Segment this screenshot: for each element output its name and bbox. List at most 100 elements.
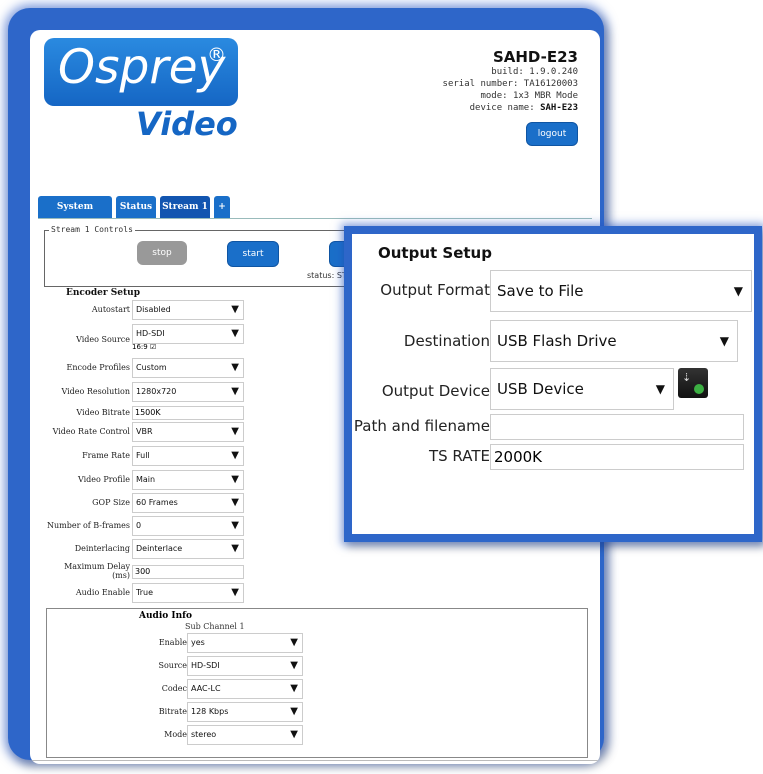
video-source-label: Video Source	[76, 335, 130, 344]
output-format-select[interactable]: Save to File ▼	[490, 270, 752, 312]
device-name: device name: SAH-E23	[469, 103, 578, 113]
deinterlacing-label: Deinterlacing	[74, 544, 130, 553]
tab-system-control[interactable]: System Control	[38, 196, 112, 234]
audio-info-title: Audio Info	[139, 611, 193, 621]
video-source-select[interactable]: HD-SDI ▼	[132, 324, 244, 344]
chevron-down-icon: ▼	[231, 543, 239, 554]
frame-rate-select[interactable]: Full ▼	[132, 446, 244, 466]
build-info: build: 1.9.0.240	[491, 67, 578, 77]
output-format-label: Output Format	[380, 281, 490, 299]
video-bitrate-label: Video Bitrate	[76, 408, 130, 417]
chevron-down-icon: ▼	[290, 660, 298, 671]
video-bitrate-input[interactable]: 1500K	[132, 406, 244, 420]
audio-bitrate-select[interactable]: 128 Kbps ▼	[187, 702, 303, 722]
logo-text: Osprey	[58, 40, 226, 95]
b-frames-row: Number of B-frames 0 ▼	[30, 516, 250, 538]
chevron-down-icon: ▼	[231, 520, 239, 531]
usb-drive-icon[interactable]: ⇣	[678, 368, 708, 398]
chevron-down-icon: ▼	[231, 304, 239, 315]
sub-channel-label: Sub Channel 1	[185, 622, 245, 631]
tab-status[interactable]: Status	[116, 196, 156, 218]
audio-bitrate-label: Bitrate	[158, 707, 187, 716]
b-frames-label: Number of B-frames	[47, 521, 130, 530]
output-device-label: Output Device	[381, 382, 490, 400]
deinterlacing-row: Deinterlacing Deinterlace ▼	[30, 539, 250, 561]
audio-codec-select[interactable]: AAC-LC ▼	[187, 679, 303, 699]
audio-enable-label: Audio Enable	[75, 588, 130, 597]
audio-enable-row: Audio Enable True ▼	[30, 583, 250, 605]
chevron-down-icon: ▼	[290, 729, 298, 740]
audio-bitrate-field: Bitrate 128 Kbps ▼	[47, 702, 307, 724]
b-frames-select[interactable]: 0 ▼	[132, 516, 244, 536]
rate-control-row: Video Rate Control VBR ▼	[30, 422, 250, 444]
chevron-down-icon: ▼	[231, 587, 239, 598]
output-device-select[interactable]: USB Device ▼	[490, 368, 674, 410]
audio-mode-select[interactable]: stereo ▼	[187, 725, 303, 745]
max-delay-input[interactable]: 300	[132, 565, 244, 579]
device-model: SAHD-E23	[492, 48, 578, 66]
logout-button[interactable]: logout	[526, 122, 578, 146]
chevron-down-icon: ▼	[231, 450, 239, 461]
video-resolution-select[interactable]: 1280x720 ▼	[132, 382, 244, 402]
gop-size-select[interactable]: 60 Frames ▼	[132, 493, 244, 513]
audio-codec-field: Codec AAC-LC ▼	[47, 679, 307, 701]
chevron-down-icon: ▼	[231, 386, 239, 397]
output-setup-panel: Output Setup Output Format Save to File ▼…	[352, 234, 754, 534]
encode-profiles-select[interactable]: Custom ▼	[132, 358, 244, 378]
path-input[interactable]	[490, 414, 744, 440]
osprey-logo: Osprey ®	[44, 38, 238, 106]
audio-info-panel: Audio Info Sub Channel 1 Enable yes ▼ Sou…	[46, 608, 588, 758]
chevron-down-icon: ▼	[231, 474, 239, 485]
aspect-ratio-checkbox[interactable]: 16:9 ☑	[132, 343, 156, 351]
chevron-down-icon: ▼	[733, 284, 743, 298]
max-delay-row: Maximum Delay (ms) 300	[30, 562, 250, 582]
audio-source-select[interactable]: HD-SDI ▼	[187, 656, 303, 676]
start-button[interactable]: start	[227, 241, 279, 267]
destination-row: Destination USB Flash Drive ▼	[352, 320, 754, 362]
path-label: Path and filename	[353, 417, 490, 435]
tab-divider	[38, 218, 592, 219]
chevron-down-icon: ▼	[290, 683, 298, 694]
encode-profiles-row: Encode Profiles Custom ▼	[30, 358, 250, 380]
rate-control-select[interactable]: VBR ▼	[132, 422, 244, 442]
audio-enable-field-label: Enable	[158, 638, 187, 647]
status-dot-icon	[694, 384, 704, 394]
device-info: SAHD-E23 build: 1.9.0.240 serial number:…	[443, 48, 578, 114]
autostart-row: Autostart Disabled ▼	[30, 300, 250, 322]
tab-stream-1[interactable]: Stream 1	[160, 196, 210, 218]
audio-source-label: Source	[158, 661, 188, 670]
output-setup-title: Output Setup	[378, 244, 492, 262]
chevron-down-icon: ▼	[231, 497, 239, 508]
video-source-row: Video Source HD-SDI ▼ 16:9 ☑	[30, 324, 250, 356]
video-bitrate-row: Video Bitrate 1500K	[30, 406, 250, 422]
autostart-select[interactable]: Disabled ▼	[132, 300, 244, 320]
video-resolution-label: Video Resolution	[61, 387, 130, 396]
serial-number: serial number: TA16120003	[442, 79, 578, 89]
audio-enable-select[interactable]: True ▼	[132, 583, 244, 603]
path-row: Path and filename	[352, 414, 754, 442]
rate-control-label: Video Rate Control	[52, 427, 130, 436]
video-profile-row: Video Profile Main ▼	[30, 470, 250, 492]
deinterlacing-select[interactable]: Deinterlace ▼	[132, 539, 244, 559]
logo-video-text: Video	[136, 105, 238, 143]
registered-mark: ®	[207, 44, 226, 66]
audio-codec-label: Codec	[161, 684, 187, 693]
audio-enable-field-select[interactable]: yes ▼	[187, 633, 303, 653]
frame-rate-row: Frame Rate Full ▼	[30, 446, 250, 468]
stop-button[interactable]: stop	[137, 241, 187, 265]
stream-controls-legend: Stream 1 Controls	[49, 225, 135, 234]
ts-rate-label: TS RATE	[428, 447, 490, 465]
tab-add[interactable]: +	[214, 196, 230, 218]
video-profile-select[interactable]: Main ▼	[132, 470, 244, 490]
chevron-down-icon: ▼	[290, 637, 298, 648]
output-setup-callout: Output Setup Output Format Save to File ▼…	[344, 226, 762, 542]
video-profile-label: Video Profile	[77, 475, 130, 484]
destination-select[interactable]: USB Flash Drive ▼	[490, 320, 738, 362]
gop-size-label: GOP Size	[92, 498, 130, 507]
chevron-down-icon: ▼	[655, 382, 665, 396]
chevron-down-icon: ▼	[231, 328, 239, 339]
frame-rate-label: Frame Rate	[82, 451, 130, 460]
autostart-label: Autostart	[91, 305, 130, 314]
ts-rate-input[interactable]: 2000K	[490, 444, 744, 470]
audio-enable-field: Enable yes ▼	[47, 633, 307, 655]
